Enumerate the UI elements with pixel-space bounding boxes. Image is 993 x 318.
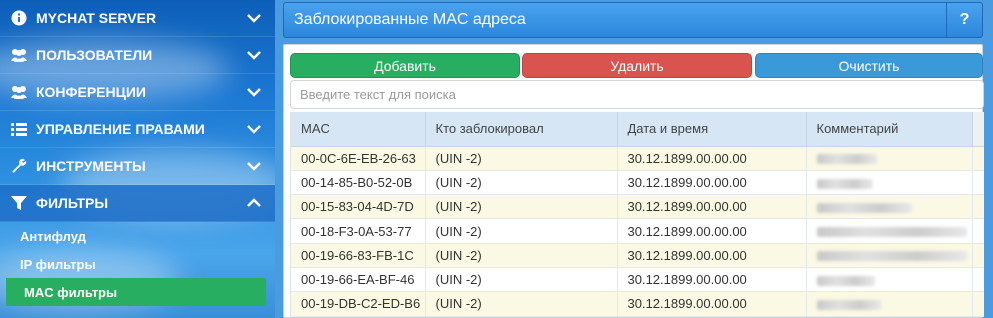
blocked-by-cell: (UIN -2) [425, 194, 618, 220]
table-row[interactable]: 00-0C-6E-EB-26-63 (UIN -2) 30.12.1899.00… [291, 146, 984, 171]
scrollbar [972, 243, 984, 268]
redacted-comment [816, 154, 877, 165]
wrench-icon [10, 157, 28, 175]
blocked-by-cell: (UIN -2) [425, 291, 618, 317]
sidebar-item-mychat-server[interactable]: MYCHAT SERVER [0, 0, 275, 37]
sidebar-item-users[interactable]: ПОЛЬЗОВАТЕЛИ [0, 37, 275, 74]
mac-cell: 00-19-66-83-FB-1C [291, 243, 426, 268]
add-button[interactable]: Добавить [290, 53, 520, 78]
mac-cell: 00-14-85-B0-52-0B [291, 170, 426, 196]
table-row[interactable]: 00-14-85-B0-52-0B (UIN -2) 30.12.1899.00… [291, 170, 984, 196]
info-icon [10, 9, 28, 27]
mac-cell: 00-0C-6E-EB-26-63 [291, 146, 426, 171]
table-row[interactable]: 00-15-83-04-4D-7D (UIN -2) 30.12.1899.00… [291, 194, 984, 220]
scrollbar [972, 267, 984, 293]
mac-cell: 00-19-DB-C2-ED-B6 [291, 291, 426, 317]
comment-cell [806, 194, 973, 220]
scrollbar [972, 170, 984, 196]
redacted-comment [816, 299, 881, 310]
redacted-comment [816, 178, 873, 189]
blocked-by-cell: (UIN -2) [425, 146, 618, 171]
table-row[interactable]: 00-19-DB-C2-ED-B6 (UIN -2) 30.12.1899.00… [291, 291, 984, 317]
chevron-up-icon [245, 194, 263, 212]
datetime-cell: 30.12.1899.00.00.00 [617, 146, 807, 171]
column-header-blocked-by[interactable]: Кто заблокировал [425, 112, 618, 147]
sidebar-subitem-mac-filters[interactable]: MAC фильтры [6, 278, 266, 306]
sidebar-item-label: ПОЛЬЗОВАТЕЛИ [36, 47, 153, 63]
sidebar-item-label: ФИЛЬТРЫ [36, 195, 109, 211]
sidebar-item-filters[interactable]: ФИЛЬТРЫ [0, 185, 275, 222]
comment-cell [806, 170, 973, 196]
mac-cell: 00-15-83-04-4D-7D [291, 194, 426, 220]
scrollbar [972, 194, 984, 220]
filter-icon [10, 194, 28, 212]
chevron-down-icon [245, 46, 263, 64]
comment-cell [806, 291, 973, 317]
page-title: Заблокированные MAC адреса [294, 11, 526, 28]
chevron-down-icon [245, 9, 263, 27]
content-area: Добавить Удалить Очистить MAC Кто заблок… [283, 44, 984, 318]
sidebar-item-conferences[interactable]: КОНФЕРЕНЦИИ [0, 74, 275, 111]
datetime-cell: 30.12.1899.00.00.00 [617, 267, 807, 293]
blocked-by-cell: (UIN -2) [425, 243, 618, 268]
datetime-cell: 30.12.1899.00.00.00 [617, 194, 807, 220]
mac-table: MAC Кто заблокировал Дата и время Коммен… [290, 112, 984, 318]
mac-cell: 00-19-66-EA-BF-46 [291, 267, 426, 293]
table-header-row: MAC Кто заблокировал Дата и время Коммен… [291, 112, 984, 147]
sidebar: MYCHAT SERVER ПОЛЬЗОВАТЕЛИ КОНФЕРЕНЦИИ У… [0, 0, 275, 318]
table-row[interactable]: 00-19-66-EA-BF-46 (UIN -2) 30.12.1899.00… [291, 267, 984, 293]
blocked-by-cell: (UIN -2) [425, 218, 618, 244]
panel-header: Заблокированные MAC адреса ? [283, 2, 983, 38]
datetime-cell: 30.12.1899.00.00.00 [617, 170, 807, 196]
chevron-down-icon [245, 83, 263, 101]
column-header-datetime[interactable]: Дата и время [617, 112, 807, 147]
sidebar-item-label: ИНСТРУМЕНТЫ [36, 158, 146, 174]
sidebar-item-label: MYCHAT SERVER [36, 10, 157, 26]
help-button[interactable]: ? [946, 3, 982, 37]
chevron-down-icon [245, 157, 263, 175]
blocked-by-cell: (UIN -2) [425, 170, 618, 196]
users-icon [10, 83, 28, 101]
list-icon [10, 120, 28, 138]
table-row[interactable]: 00-18-F3-0A-53-77 (UIN -2) 30.12.1899.00… [291, 218, 984, 244]
redacted-comment [816, 227, 967, 238]
sidebar-item-tools[interactable]: ИНСТРУМЕНТЫ [0, 148, 275, 185]
redacted-comment [816, 275, 875, 286]
datetime-cell: 30.12.1899.00.00.00 [617, 218, 807, 244]
main-panel: Заблокированные MAC адреса ? Добавить Уд… [275, 0, 993, 318]
delete-button[interactable]: Удалить [522, 53, 752, 78]
sidebar-subitem-antiflood[interactable]: Антифлуд [0, 222, 275, 250]
redacted-comment [816, 202, 912, 213]
datetime-cell: 30.12.1899.00.00.00 [617, 243, 807, 268]
comment-cell [806, 243, 973, 268]
sidebar-item-label: УПРАВЛЕНИЕ ПРАВАМИ [36, 121, 205, 137]
scrollbar [972, 291, 984, 317]
search-input[interactable] [290, 80, 984, 109]
mac-cell: 00-18-F3-0A-53-77 [291, 218, 426, 244]
blocked-by-cell: (UIN -2) [425, 267, 618, 293]
datetime-cell: 30.12.1899.00.00.00 [617, 291, 807, 317]
comment-cell [806, 146, 973, 171]
comment-cell [806, 218, 973, 244]
sidebar-item-label: КОНФЕРЕНЦИИ [36, 84, 146, 100]
users-icon [10, 46, 28, 64]
redacted-comment [816, 251, 967, 262]
scrollbar [972, 218, 984, 244]
table-row[interactable]: 00-19-66-83-FB-1C (UIN -2) 30.12.1899.00… [291, 243, 984, 268]
chevron-down-icon [245, 120, 263, 138]
clear-button[interactable]: Очистить [755, 53, 983, 78]
comment-cell [806, 267, 973, 293]
column-header-comment[interactable]: Комментарий [806, 112, 973, 147]
sidebar-subitem-ip-filters[interactable]: IP фильтры [0, 250, 275, 278]
sidebar-item-rights[interactable]: УПРАВЛЕНИЕ ПРАВАМИ [0, 111, 275, 148]
scrollbar [972, 146, 984, 171]
column-header-mac[interactable]: MAC [291, 112, 426, 147]
scrollbar[interactable] [972, 112, 984, 147]
